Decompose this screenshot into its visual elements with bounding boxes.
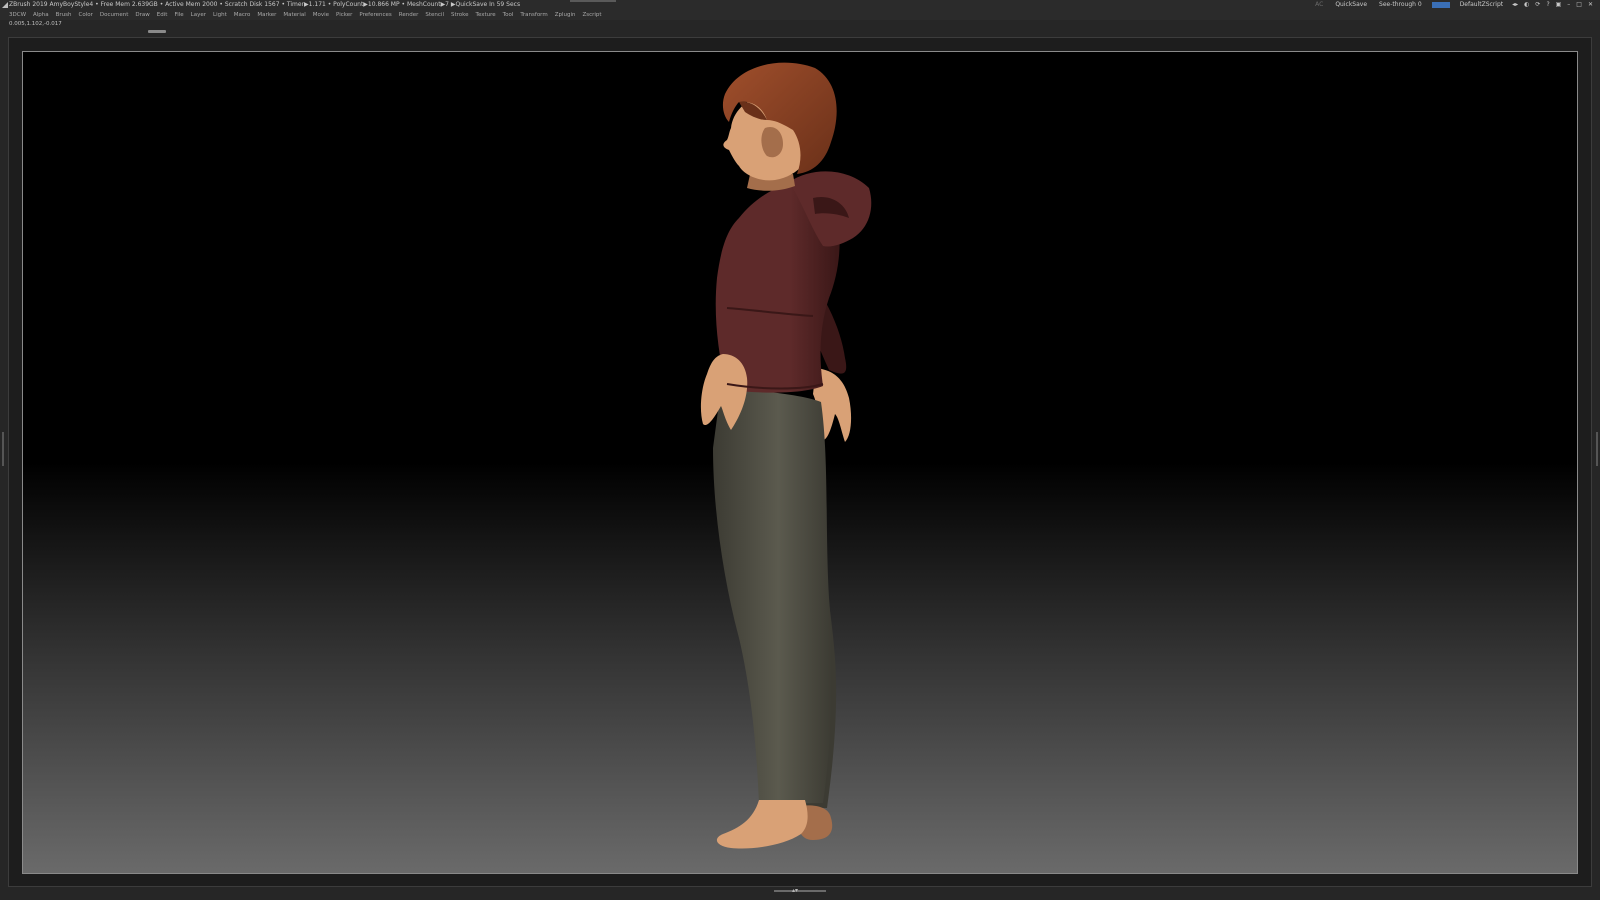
character-model[interactable] (23, 52, 1578, 874)
palette-icon[interactable]: ◐ (1524, 0, 1529, 10)
menu-marker[interactable]: Marker (257, 10, 276, 20)
info-strip: 0.005,1.102,-0.017 (0, 20, 1600, 36)
menu-preferences[interactable]: Preferences (359, 10, 391, 20)
menus-toggle-button[interactable] (1431, 2, 1450, 8)
menu-zscript[interactable]: Zscript (582, 10, 601, 20)
menu-transform[interactable]: Transform (520, 10, 547, 20)
menu-color[interactable]: Color (79, 10, 93, 20)
menu-movie[interactable]: Movie (313, 10, 329, 20)
menu-edit[interactable]: Edit (157, 10, 168, 20)
menu-render[interactable]: Render (399, 10, 419, 20)
lock-icon[interactable]: ▣ (1556, 0, 1562, 10)
ac-label[interactable]: AC (1315, 0, 1323, 10)
maximize-icon[interactable]: □ (1576, 0, 1582, 10)
cursor-coordinates: 0.005,1.102,-0.017 (9, 21, 62, 27)
zbrush-logo-icon (2, 2, 8, 8)
menu-items: 3DCW Alpha Brush Color Document Draw Edit File L… (9, 10, 609, 20)
bottom-shelf-grip[interactable] (774, 890, 826, 892)
menu-layer[interactable]: Layer (191, 10, 206, 20)
menu-texture[interactable]: Texture (476, 10, 496, 20)
expand-arrows-icon[interactable]: ▴▾ (792, 887, 798, 895)
palette-scroll-handle[interactable] (148, 30, 166, 33)
bottom-shelf: ▴▾ (0, 887, 1600, 900)
menu-file[interactable]: File (174, 10, 183, 20)
front-foot (716, 800, 808, 849)
menu-draw[interactable]: Draw (135, 10, 149, 20)
title-bar-right-controls: AC QuickSave See-through 0 DefaultZScrip… (1309, 0, 1596, 11)
front-leg (713, 388, 832, 804)
right-tray-handle[interactable] (1596, 432, 1598, 466)
menu-alpha[interactable]: Alpha (33, 10, 49, 20)
menu-tool[interactable]: Tool (503, 10, 514, 20)
menu-bar: 3DCW Alpha Brush Color Document Draw Edit File L… (0, 10, 1600, 20)
minimize-icon[interactable]: – (1567, 0, 1570, 10)
see-through-slider[interactable]: See-through 0 (1379, 0, 1422, 11)
zbrush-window: ZBrush 2019 AmyBoyStyle4 • Free Mem 2.63… (0, 0, 1600, 900)
menu-zplugin[interactable]: Zplugin (555, 10, 576, 20)
title-bar: ZBrush 2019 AmyBoyStyle4 • Free Mem 2.63… (0, 0, 1600, 11)
window-title: ZBrush 2019 AmyBoyStyle4 • Free Mem 2.63… (9, 1, 521, 8)
quicksave-button[interactable]: QuickSave (1335, 0, 1367, 10)
menu-3dcw[interactable]: 3DCW (9, 10, 26, 20)
character-group (700, 62, 872, 849)
see-through-label: See-through 0 (1379, 0, 1422, 8)
menu-stroke[interactable]: Stroke (451, 10, 469, 20)
menu-light[interactable]: Light (213, 10, 227, 20)
left-tray-handle[interactable] (2, 432, 4, 466)
document-canvas[interactable] (22, 51, 1578, 874)
arrows-icon[interactable]: ◂▸ (1512, 0, 1518, 10)
menu-material[interactable]: Material (283, 10, 305, 20)
close-icon[interactable]: ✕ (1588, 0, 1593, 10)
menu-picker[interactable]: Picker (336, 10, 352, 20)
menu-document[interactable]: Document (100, 10, 129, 20)
help-icon[interactable]: ? (1546, 0, 1549, 10)
menu-brush[interactable]: Brush (56, 10, 72, 20)
menu-macro[interactable]: Macro (234, 10, 251, 20)
sync-icon[interactable]: ⟳ (1535, 0, 1540, 10)
top-shelf-indicator[interactable] (570, 0, 616, 2)
menu-stencil[interactable]: Stencil (425, 10, 444, 20)
default-zscript-button[interactable]: DefaultZScript (1460, 0, 1503, 10)
